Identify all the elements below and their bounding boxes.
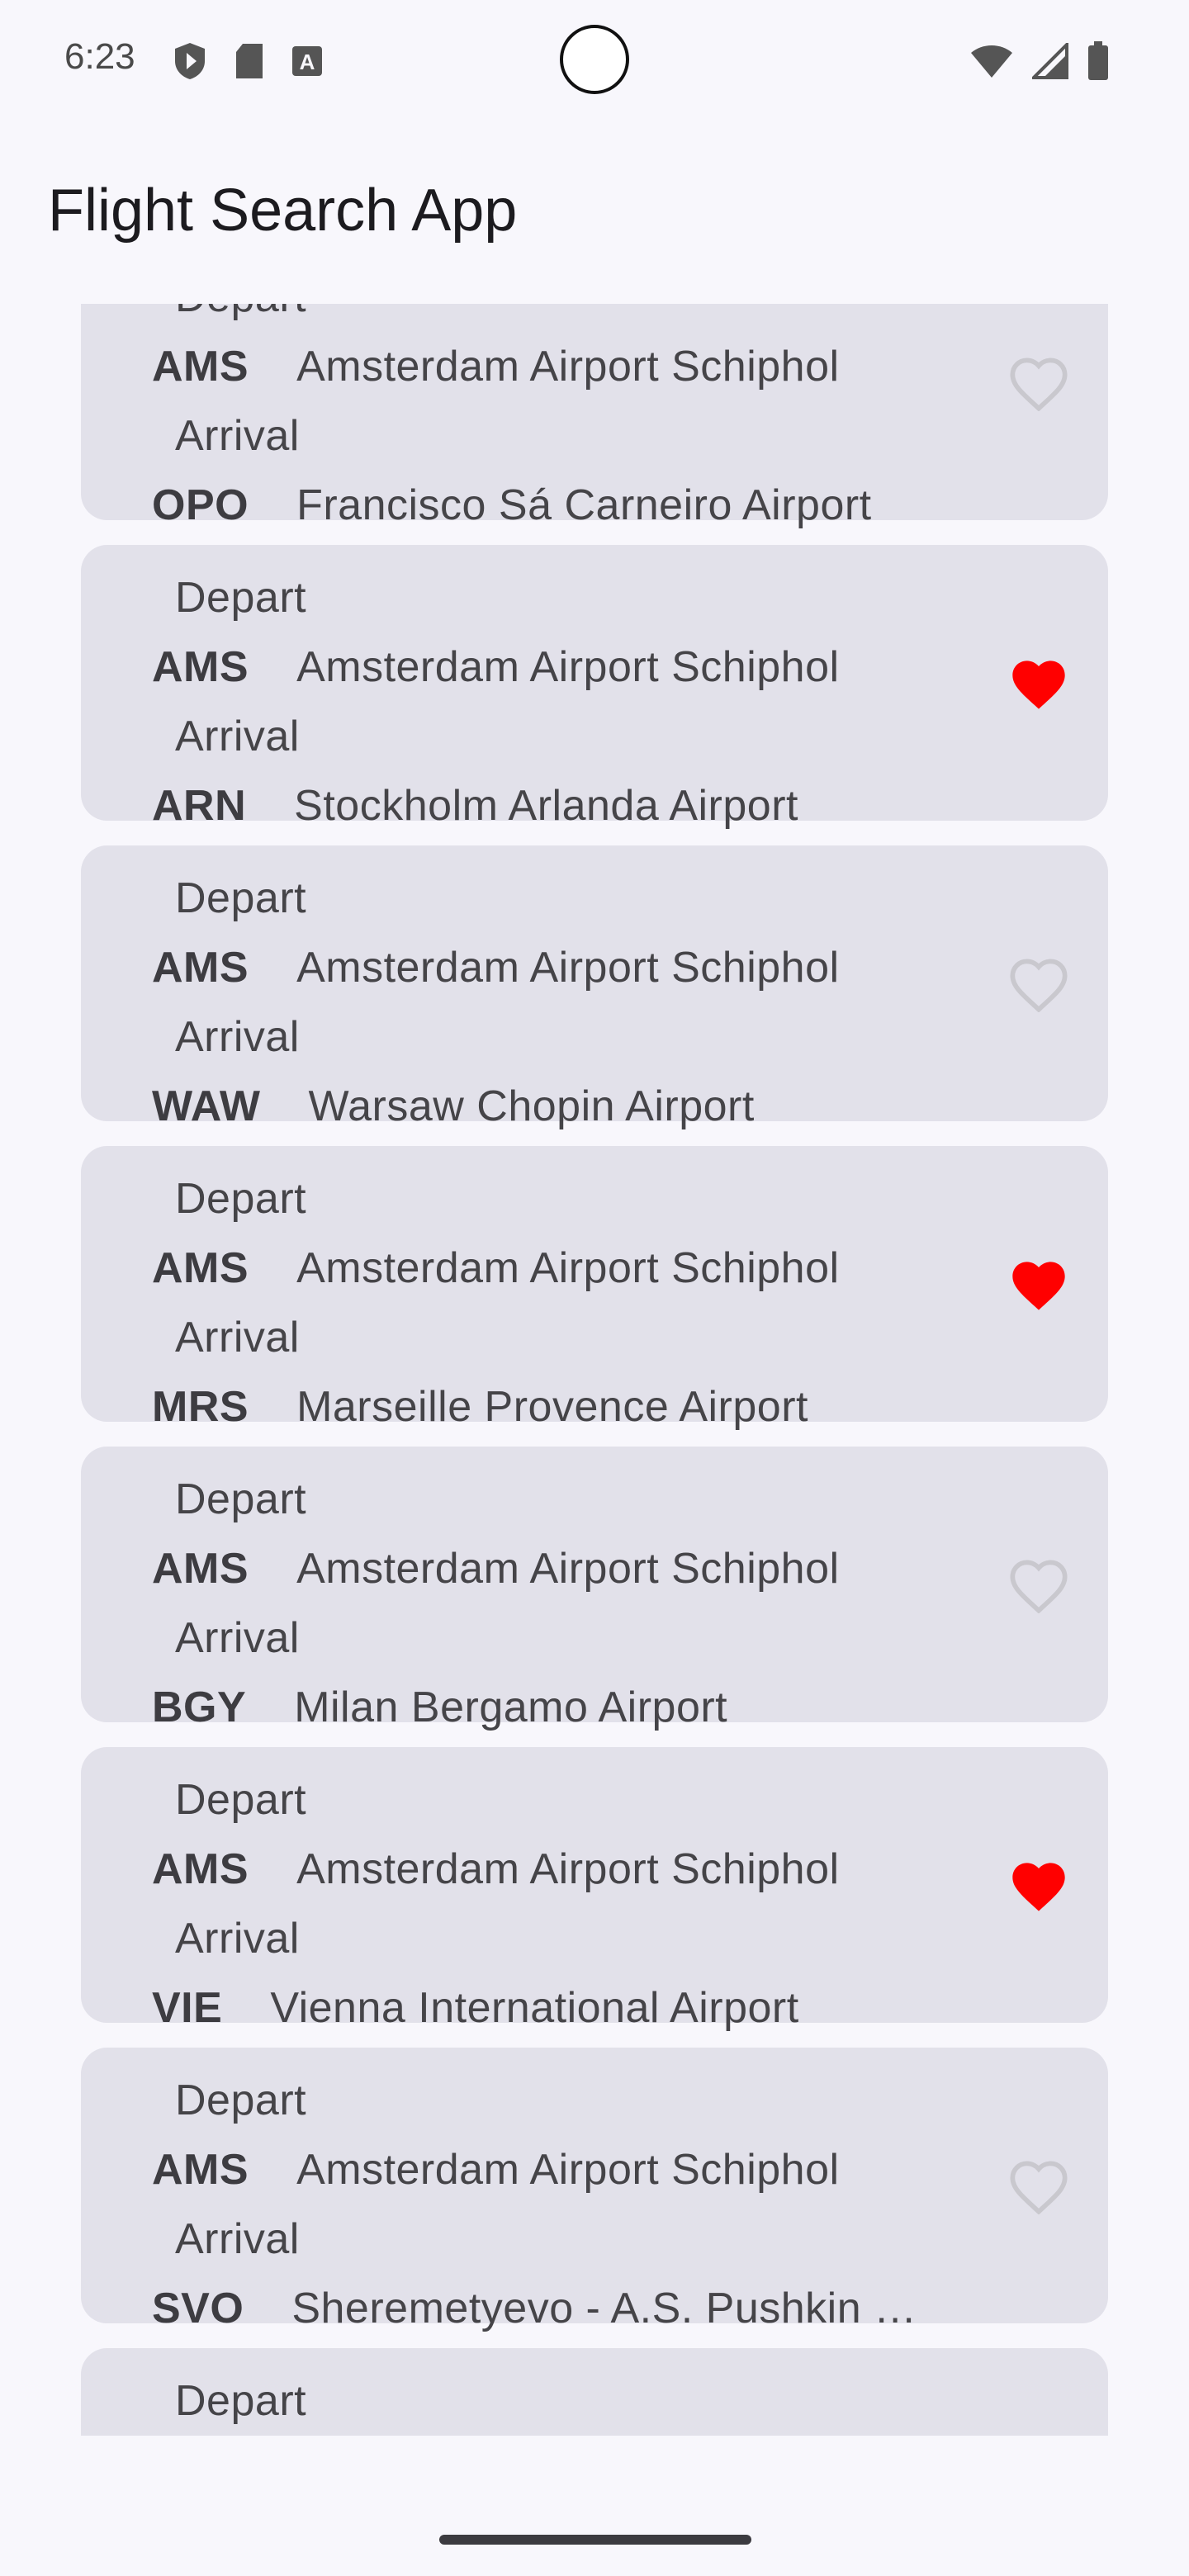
flight-card[interactable]: Depart AMS Amsterdam Airport Schiphol Arr…: [81, 1447, 1108, 1731]
shield-icon: [175, 43, 205, 79]
favorite-outline-heart-icon[interactable]: [1007, 2157, 1070, 2214]
favorite-outline-heart-icon[interactable]: [1007, 954, 1070, 1012]
font-icon: A: [292, 46, 322, 76]
depart-label: Depart: [175, 1776, 307, 1824]
arrival-row: BGY Milan Bergamo Airport: [152, 1683, 727, 1732]
favorite-outline-heart-icon[interactable]: [1007, 353, 1070, 411]
arrival-label: Arrival: [175, 713, 300, 760]
arrival-code: VIE: [152, 1984, 223, 2032]
arrival-airport-name: Warsaw Chopin Airport: [308, 1082, 755, 1130]
depart-row: AMS Amsterdam Airport Schiphol: [152, 2145, 840, 2195]
favorite-filled-heart-icon[interactable]: [1007, 1255, 1070, 1313]
arrival-code: MRS: [152, 1383, 249, 1431]
favorite-filled-heart-icon[interactable]: [1007, 1856, 1070, 1914]
depart-label: Depart: [175, 304, 306, 322]
app-title: Flight Search App: [48, 178, 518, 244]
arrival-code: ARN: [152, 782, 247, 830]
depart-row: AMS Amsterdam Airport Schiphol: [152, 342, 840, 391]
depart-code: AMS: [152, 1845, 249, 1893]
depart-label: Depart: [175, 1175, 307, 1223]
arrival-row: ARN Stockholm Arlanda Airport: [152, 781, 798, 831]
depart-airport-name: Amsterdam Airport Schiphol: [296, 643, 840, 691]
depart-label: Depart: [175, 2377, 307, 2425]
depart-airport-name: Amsterdam Airport Schiphol: [296, 343, 840, 391]
arrival-airport-name: Sheremetyevo - A.S. Pushkin …: [291, 2285, 917, 2332]
depart-airport-name: Amsterdam Airport Schiphol: [296, 1244, 840, 1292]
flight-card[interactable]: Depart AMS Amsterdam Airport Schiphol Arr…: [81, 545, 1108, 830]
flight-card[interactable]: Depart AMS Amsterdam Airport Schiphol Arr…: [81, 1146, 1108, 1431]
depart-airport-name: Amsterdam Airport Schiphol: [296, 2146, 840, 2194]
arrival-row: OPO Francisco Sá Carneiro Airport: [152, 481, 872, 530]
arrival-label: Arrival: [175, 1314, 300, 1361]
arrival-row: VIE Vienna International Airport: [152, 1983, 799, 2033]
depart-airport-name: Amsterdam Airport Schiphol: [296, 1545, 840, 1593]
arrival-row: MRS Marseille Provence Airport: [152, 1382, 808, 1432]
flight-card[interactable]: Depart AMSAmsterdam Airport Schiphol Arr…: [81, 2348, 1108, 2436]
depart-label: Depart: [175, 874, 307, 922]
gesture-navigation-handle[interactable]: [439, 2535, 751, 2545]
favorite-filled-heart-icon[interactable]: [1007, 654, 1070, 712]
status-time: 6:23: [64, 36, 135, 77]
depart-code: AMS: [152, 1244, 249, 1292]
arrival-airport-name: Milan Bergamo Airport: [294, 1683, 728, 1731]
favorite-outline-heart-icon[interactable]: [1007, 1556, 1070, 1613]
top-app-bar: Flight Search App: [0, 149, 1189, 272]
depart-row: AMS Amsterdam Airport Schiphol: [152, 1844, 840, 1894]
arrival-airport-name: Marseille Provence Airport: [296, 1383, 808, 1431]
sd-card-icon: [236, 44, 263, 78]
depart-label: Depart: [175, 574, 307, 622]
arrival-code: BGY: [152, 1683, 247, 1731]
arrival-airport-name: Vienna International Airport: [270, 1984, 799, 2032]
arrival-code: SVO: [152, 2285, 244, 2332]
depart-code: AMS: [152, 2146, 249, 2194]
depart-label: Depart: [175, 1475, 307, 1523]
depart-code: AMS: [152, 1545, 249, 1593]
depart-code: AMS: [152, 643, 249, 691]
depart-row: AMS Amsterdam Airport Schiphol: [152, 1243, 840, 1293]
battery-icon: [1088, 41, 1108, 80]
depart-row: AMS Amsterdam Airport Schiphol: [152, 943, 840, 992]
arrival-code: OPO: [152, 481, 249, 529]
flight-card[interactable]: Depart AMS Amsterdam Airport Schiphol Arr…: [81, 2048, 1108, 2332]
depart-code: AMS: [152, 343, 249, 391]
depart-airport-name: Amsterdam Airport Schiphol: [296, 1845, 840, 1893]
flight-card[interactable]: Depart AMS Amsterdam Airport Schiphol Arr…: [81, 1747, 1108, 2032]
arrival-code: WAW: [152, 1082, 261, 1130]
depart-code: AMS: [152, 944, 249, 992]
flight-list: Depart AMS Amsterdam Airport Schiphol Arr…: [81, 304, 1108, 2436]
flight-list-viewport[interactable]: Depart AMS Amsterdam Airport Schiphol Arr…: [0, 304, 1189, 2436]
status-system-icons: [969, 41, 1110, 81]
depart-row: AMS Amsterdam Airport Schiphol: [152, 642, 840, 692]
status-notification-icons: A: [172, 41, 324, 81]
flight-card[interactable]: Depart AMS Amsterdam Airport Schiphol Arr…: [81, 304, 1108, 529]
arrival-label: Arrival: [175, 2215, 300, 2263]
arrival-label: Arrival: [175, 1915, 300, 1963]
arrival-label: Arrival: [175, 1614, 300, 1662]
cellular-signal-icon: [1032, 43, 1068, 79]
status-bar: 6:23 A: [0, 0, 1189, 116]
depart-label: Depart: [175, 2076, 307, 2124]
wifi-icon: [971, 45, 1012, 78]
arrival-row: WAW Warsaw Chopin Airport: [152, 1082, 755, 1131]
arrival-label: Arrival: [175, 412, 300, 460]
camera-cutout: [560, 25, 629, 94]
depart-airport-name: Amsterdam Airport Schiphol: [296, 944, 840, 992]
arrival-airport-name: Francisco Sá Carneiro Airport: [296, 481, 872, 529]
flight-card[interactable]: Depart AMS Amsterdam Airport Schiphol Arr…: [81, 845, 1108, 1130]
svg-text:A: A: [300, 50, 315, 74]
arrival-row: SVO Sheremetyevo - A.S. Pushkin …: [152, 2284, 917, 2333]
depart-row: AMS Amsterdam Airport Schiphol: [152, 1544, 840, 1593]
arrival-airport-name: Stockholm Arlanda Airport: [294, 782, 798, 830]
arrival-label: Arrival: [175, 1013, 300, 1061]
